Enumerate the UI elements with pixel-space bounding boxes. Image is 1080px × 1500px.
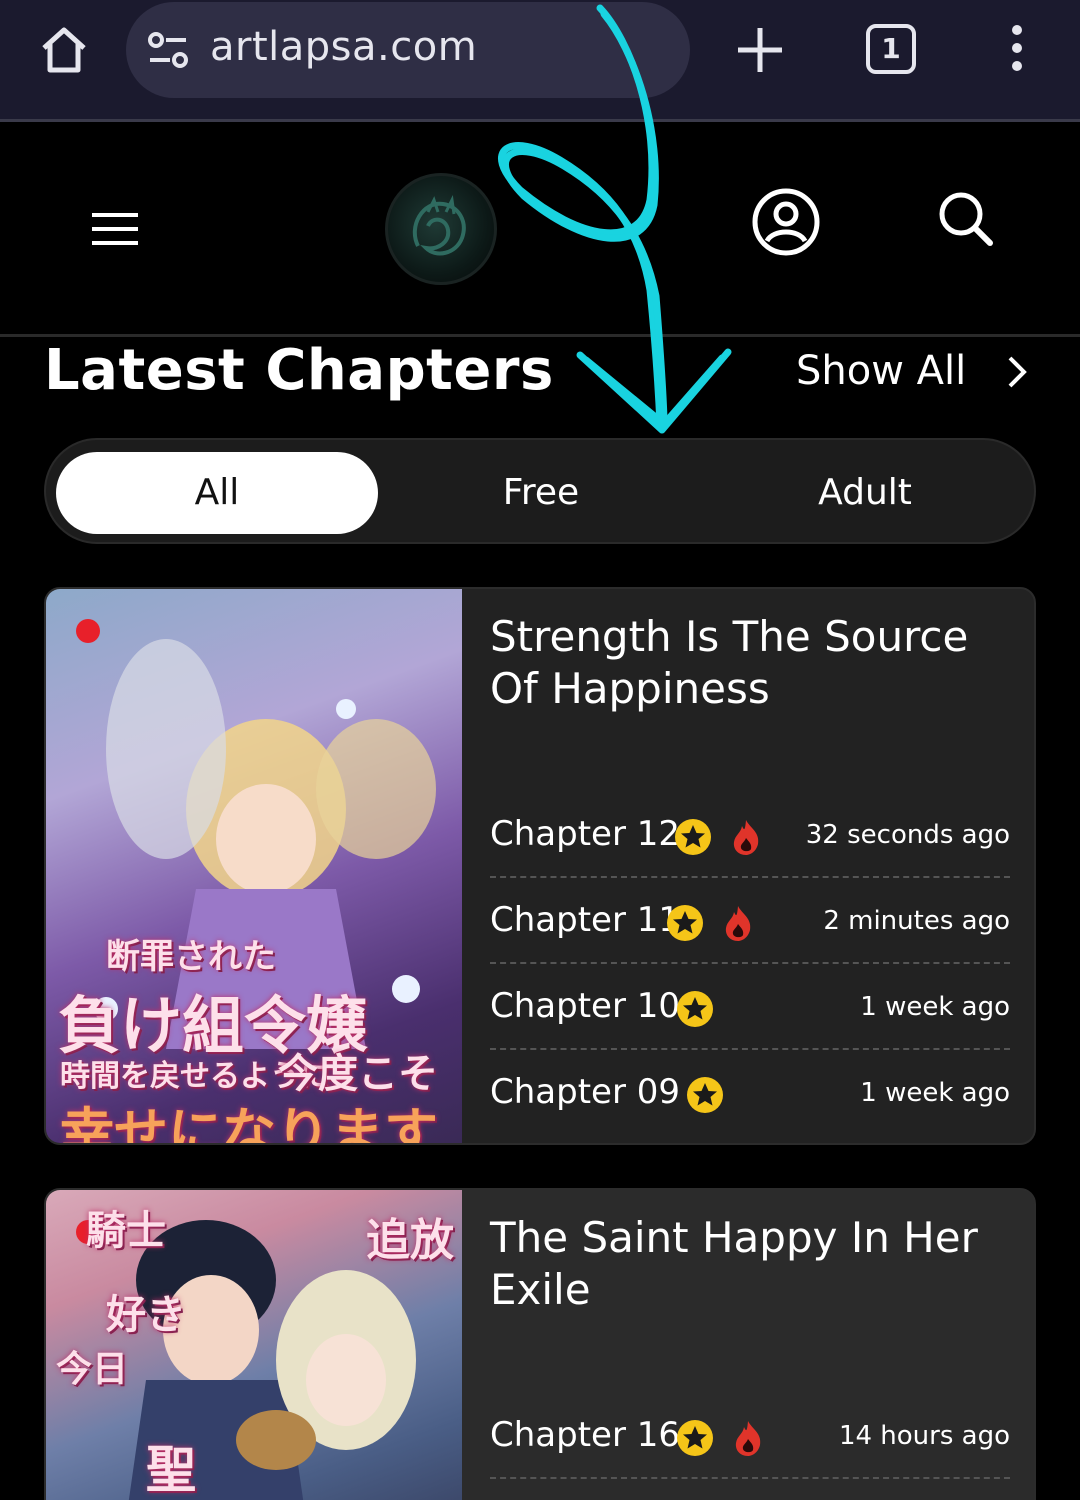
star-badge-icon (674, 818, 712, 856)
show-all-link[interactable]: Show All (796, 348, 966, 394)
chapter-label[interactable]: Chapter 16 (490, 1415, 680, 1455)
card-title[interactable]: The Saint Happy In Her Exile (490, 1212, 1010, 1316)
chapter-label[interactable]: Chapter 11 (490, 900, 680, 940)
search-icon[interactable] (936, 189, 996, 249)
card-body: The Saint Happy In Her Exile Chapter 16 … (462, 1190, 1034, 1500)
card-title[interactable]: Strength Is The Source Of Happiness (490, 611, 1010, 715)
tab-free[interactable]: Free (380, 452, 702, 534)
cover-text: 追放 (366, 1215, 454, 1266)
chapter-time: 1 week ago (860, 992, 1010, 1022)
chapter-label[interactable]: Chapter 12 (490, 814, 680, 854)
card-body: Strength Is The Source Of Happiness Chap… (462, 589, 1034, 1143)
filter-tabs: All Free Adult (44, 438, 1036, 544)
chapter-row[interactable]: Chapter 12 32 seconds ago (490, 792, 1010, 878)
more-menu-icon[interactable] (1006, 24, 1028, 74)
chapter-time: 1 week ago (860, 1078, 1010, 1108)
profile-icon[interactable] (751, 187, 821, 257)
flag-icon (76, 619, 100, 643)
star-badge-icon (666, 904, 704, 942)
chapter-row[interactable]: Chapter 10 1 week ago (490, 964, 1010, 1050)
fire-icon (730, 818, 762, 856)
cover-text: 今日 (56, 1348, 129, 1390)
tabs-icon[interactable]: 1 (866, 24, 916, 74)
cover-text: 騎士 (86, 1207, 166, 1254)
chapter-row[interactable]: Chapter 16 14 hours ago (490, 1393, 1010, 1479)
section-title: Latest Chapters (44, 338, 554, 403)
manga-card[interactable]: 断罪された 負け組令嬢 時間を戻せるように 今度こそ 幸せになります Stren… (44, 587, 1036, 1145)
tab-adult[interactable]: Adult (704, 452, 1026, 534)
cover-image[interactable]: 騎士 好き 今日 追放 聖 (46, 1190, 462, 1500)
chapter-time: 2 minutes ago (823, 906, 1010, 936)
fire-icon (732, 1419, 764, 1457)
cover-text: 聖 (146, 1440, 196, 1499)
cover-text: 好き (106, 1291, 186, 1338)
cover-image[interactable]: 断罪された 負け組令嬢 時間を戻せるように 今度こそ 幸せになります (46, 589, 462, 1143)
address-bar[interactable]: artlapsa.com (126, 2, 690, 98)
chapter-time: 32 seconds ago (805, 820, 1010, 850)
cover-text: 幸せになります (60, 1101, 438, 1143)
star-badge-icon (686, 1076, 724, 1114)
chapter-row[interactable]: Chapter 11 2 minutes ago (490, 878, 1010, 964)
cover-text: 断罪された (106, 937, 276, 977)
chapter-label[interactable]: Chapter 10 (490, 986, 680, 1026)
chevron-right-icon[interactable] (1002, 352, 1032, 392)
url-text[interactable]: artlapsa.com (210, 24, 477, 70)
manga-card[interactable]: 騎士 好き 今日 追放 聖 The Saint Happy In Her Exi… (44, 1188, 1036, 1500)
star-badge-icon (676, 1419, 714, 1457)
home-icon[interactable] (36, 22, 92, 78)
chapter-label[interactable]: Chapter 09 (490, 1072, 680, 1112)
tab-all[interactable]: All (56, 452, 378, 534)
chapter-time: 14 hours ago (838, 1421, 1010, 1451)
new-tab-icon[interactable] (734, 24, 786, 76)
star-badge-icon (676, 990, 714, 1028)
hamburger-menu-icon[interactable] (90, 211, 142, 247)
site-settings-icon[interactable] (146, 30, 190, 70)
chapter-row[interactable]: Chapter 09 1 week ago (490, 1050, 1010, 1136)
site-logo[interactable] (385, 173, 497, 285)
site-header (0, 125, 1080, 337)
browser-toolbar: artlapsa.com 1 (0, 0, 1080, 122)
fire-icon (722, 904, 754, 942)
